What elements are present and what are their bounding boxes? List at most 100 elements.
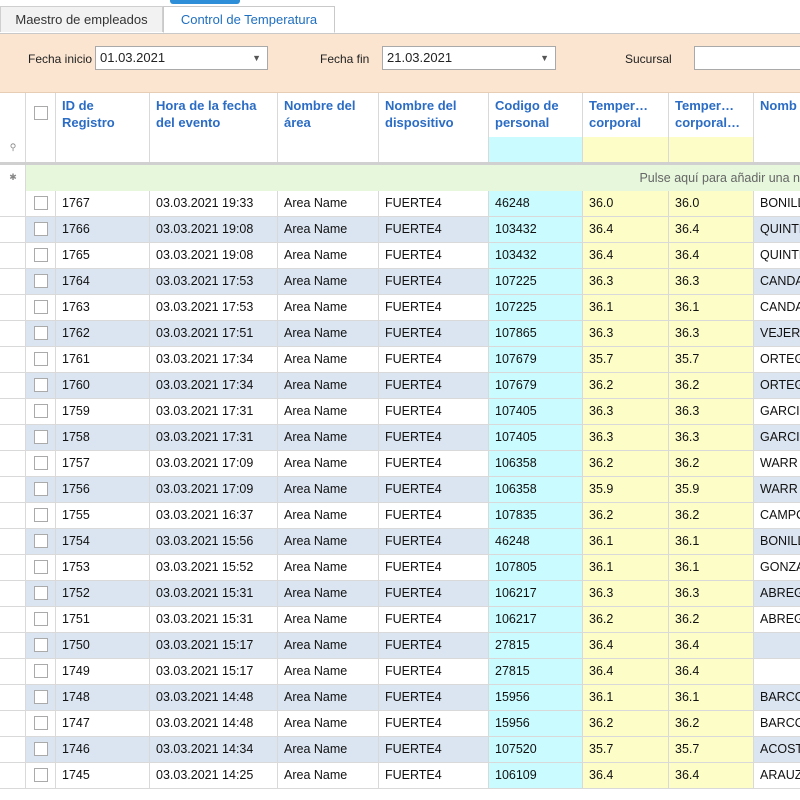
cell-area[interactable]: Area Name bbox=[278, 295, 379, 320]
cell-hora[interactable]: 03.03.2021 17:53 bbox=[150, 269, 278, 294]
cell-temp2[interactable]: 36.1 bbox=[669, 295, 754, 320]
cell-nombre[interactable]: CANDA bbox=[754, 269, 800, 294]
cell-area[interactable]: Area Name bbox=[278, 737, 379, 762]
cell-temp2[interactable]: 36.4 bbox=[669, 659, 754, 684]
cell-area[interactable]: Area Name bbox=[278, 711, 379, 736]
cell-temp1[interactable]: 36.2 bbox=[583, 451, 669, 476]
cell-id[interactable]: 1750 bbox=[56, 633, 150, 658]
cell-id[interactable]: 1749 bbox=[56, 659, 150, 684]
table-row[interactable]: 1746 03.03.2021 14:34 Area Name FUERTE4 1075… bbox=[0, 737, 800, 763]
row-checkbox[interactable] bbox=[34, 586, 48, 600]
cell-hora[interactable]: 03.03.2021 15:52 bbox=[150, 555, 278, 580]
cell-dispositivo[interactable]: FUERTE4 bbox=[379, 243, 489, 268]
cell-area[interactable]: Area Name bbox=[278, 633, 379, 658]
header-nombre[interactable]: Nomb bbox=[754, 93, 800, 137]
cell-area[interactable]: Area Name bbox=[278, 451, 379, 476]
row-checkbox[interactable] bbox=[34, 768, 48, 782]
row-indicator[interactable] bbox=[0, 399, 26, 424]
cell-temp1[interactable]: 36.3 bbox=[583, 581, 669, 606]
cell-temp2[interactable]: 36.4 bbox=[669, 633, 754, 658]
row-indicator[interactable] bbox=[0, 763, 26, 788]
cell-codigo[interactable]: 103432 bbox=[489, 217, 583, 242]
table-row[interactable]: 1755 03.03.2021 16:37 Area Name FUERTE4 1078… bbox=[0, 503, 800, 529]
cell-temp2[interactable]: 36.4 bbox=[669, 763, 754, 788]
cell-nombre[interactable]: GARCI bbox=[754, 425, 800, 450]
fecha-inicio-field[interactable]: 01.03.2021 ▼ bbox=[95, 46, 268, 70]
header-nombre-dispositivo[interactable]: Nombre del dispositivo bbox=[379, 93, 489, 137]
row-checkbox[interactable] bbox=[34, 508, 48, 522]
table-row[interactable]: 1758 03.03.2021 17:31 Area Name FUERTE4 1074… bbox=[0, 425, 800, 451]
cell-area[interactable]: Area Name bbox=[278, 477, 379, 502]
cell-nombre[interactable]: BONILL bbox=[754, 191, 800, 216]
row-checkbox[interactable] bbox=[34, 638, 48, 652]
cell-hora[interactable]: 03.03.2021 17:51 bbox=[150, 321, 278, 346]
cell-dispositivo[interactable]: FUERTE4 bbox=[379, 451, 489, 476]
cell-dispositivo[interactable]: FUERTE4 bbox=[379, 269, 489, 294]
cell-temp2[interactable]: 36.1 bbox=[669, 685, 754, 710]
cell-area[interactable]: Area Name bbox=[278, 347, 379, 372]
cell-codigo[interactable]: 107865 bbox=[489, 321, 583, 346]
header-select-all[interactable] bbox=[26, 93, 56, 137]
cell-dispositivo[interactable]: FUERTE4 bbox=[379, 425, 489, 450]
cell-hora[interactable]: 03.03.2021 15:56 bbox=[150, 529, 278, 554]
cell-dispositivo[interactable]: FUERTE4 bbox=[379, 555, 489, 580]
cell-codigo[interactable]: 107835 bbox=[489, 503, 583, 528]
cell-temp1[interactable]: 36.3 bbox=[583, 425, 669, 450]
cell-hora[interactable]: 03.03.2021 14:25 bbox=[150, 763, 278, 788]
cell-nombre[interactable]: GONZA bbox=[754, 555, 800, 580]
row-indicator[interactable] bbox=[0, 581, 26, 606]
cell-dispositivo[interactable]: FUERTE4 bbox=[379, 737, 489, 762]
row-checkbox[interactable] bbox=[34, 222, 48, 236]
cell-temp2[interactable]: 36.3 bbox=[669, 399, 754, 424]
cell-nombre[interactable]: ACOST bbox=[754, 737, 800, 762]
table-row[interactable]: 1754 03.03.2021 15:56 Area Name FUERTE4 4624… bbox=[0, 529, 800, 555]
row-checkbox[interactable] bbox=[34, 456, 48, 470]
cell-codigo[interactable]: 46248 bbox=[489, 191, 583, 216]
row-checkbox[interactable] bbox=[34, 248, 48, 262]
cell-hora[interactable]: 03.03.2021 17:34 bbox=[150, 347, 278, 372]
filter-cell-temp2[interactable] bbox=[669, 137, 754, 162]
cell-codigo[interactable]: 103432 bbox=[489, 243, 583, 268]
cell-area[interactable]: Area Name bbox=[278, 269, 379, 294]
cell-area[interactable]: Area Name bbox=[278, 581, 379, 606]
new-row-hint[interactable]: Pulse aquí para añadir una n bbox=[639, 171, 800, 185]
cell-id[interactable]: 1762 bbox=[56, 321, 150, 346]
cell-codigo[interactable]: 107679 bbox=[489, 347, 583, 372]
cell-nombre[interactable] bbox=[754, 633, 800, 658]
cell-temp1[interactable]: 36.2 bbox=[583, 373, 669, 398]
table-row[interactable]: 1756 03.03.2021 17:09 Area Name FUERTE4 1063… bbox=[0, 477, 800, 503]
cell-area[interactable]: Area Name bbox=[278, 659, 379, 684]
cell-temp1[interactable]: 36.2 bbox=[583, 711, 669, 736]
cell-nombre[interactable]: BARCO bbox=[754, 711, 800, 736]
cell-hora[interactable]: 03.03.2021 17:53 bbox=[150, 295, 278, 320]
cell-dispositivo[interactable]: FUERTE4 bbox=[379, 373, 489, 398]
row-checkbox[interactable] bbox=[34, 430, 48, 444]
cell-hora[interactable]: 03.03.2021 19:08 bbox=[150, 217, 278, 242]
row-indicator[interactable] bbox=[0, 737, 26, 762]
cell-codigo[interactable]: 106358 bbox=[489, 477, 583, 502]
row-checkbox[interactable] bbox=[34, 612, 48, 626]
row-indicator[interactable] bbox=[0, 555, 26, 580]
cell-hora[interactable]: 03.03.2021 15:17 bbox=[150, 659, 278, 684]
row-indicator[interactable] bbox=[0, 243, 26, 268]
cell-temp1[interactable]: 36.1 bbox=[583, 685, 669, 710]
row-indicator[interactable] bbox=[0, 477, 26, 502]
cell-id[interactable]: 1758 bbox=[56, 425, 150, 450]
cell-temp2[interactable]: 36.2 bbox=[669, 503, 754, 528]
cell-hora[interactable]: 03.03.2021 14:48 bbox=[150, 711, 278, 736]
cell-temp2[interactable]: 36.3 bbox=[669, 425, 754, 450]
cell-area[interactable]: Area Name bbox=[278, 321, 379, 346]
cell-nombre[interactable]: ORTEG bbox=[754, 347, 800, 372]
cell-area[interactable]: Area Name bbox=[278, 763, 379, 788]
cell-codigo[interactable]: 27815 bbox=[489, 659, 583, 684]
cell-temp1[interactable]: 36.1 bbox=[583, 295, 669, 320]
row-indicator[interactable] bbox=[0, 503, 26, 528]
table-row[interactable]: 1762 03.03.2021 17:51 Area Name FUERTE4 1078… bbox=[0, 321, 800, 347]
cell-id[interactable]: 1756 bbox=[56, 477, 150, 502]
table-row[interactable]: 1761 03.03.2021 17:34 Area Name FUERTE4 1076… bbox=[0, 347, 800, 373]
row-indicator[interactable] bbox=[0, 269, 26, 294]
row-checkbox[interactable] bbox=[34, 404, 48, 418]
cell-dispositivo[interactable]: FUERTE4 bbox=[379, 295, 489, 320]
cell-temp1[interactable]: 35.7 bbox=[583, 737, 669, 762]
cell-hora[interactable]: 03.03.2021 14:34 bbox=[150, 737, 278, 762]
